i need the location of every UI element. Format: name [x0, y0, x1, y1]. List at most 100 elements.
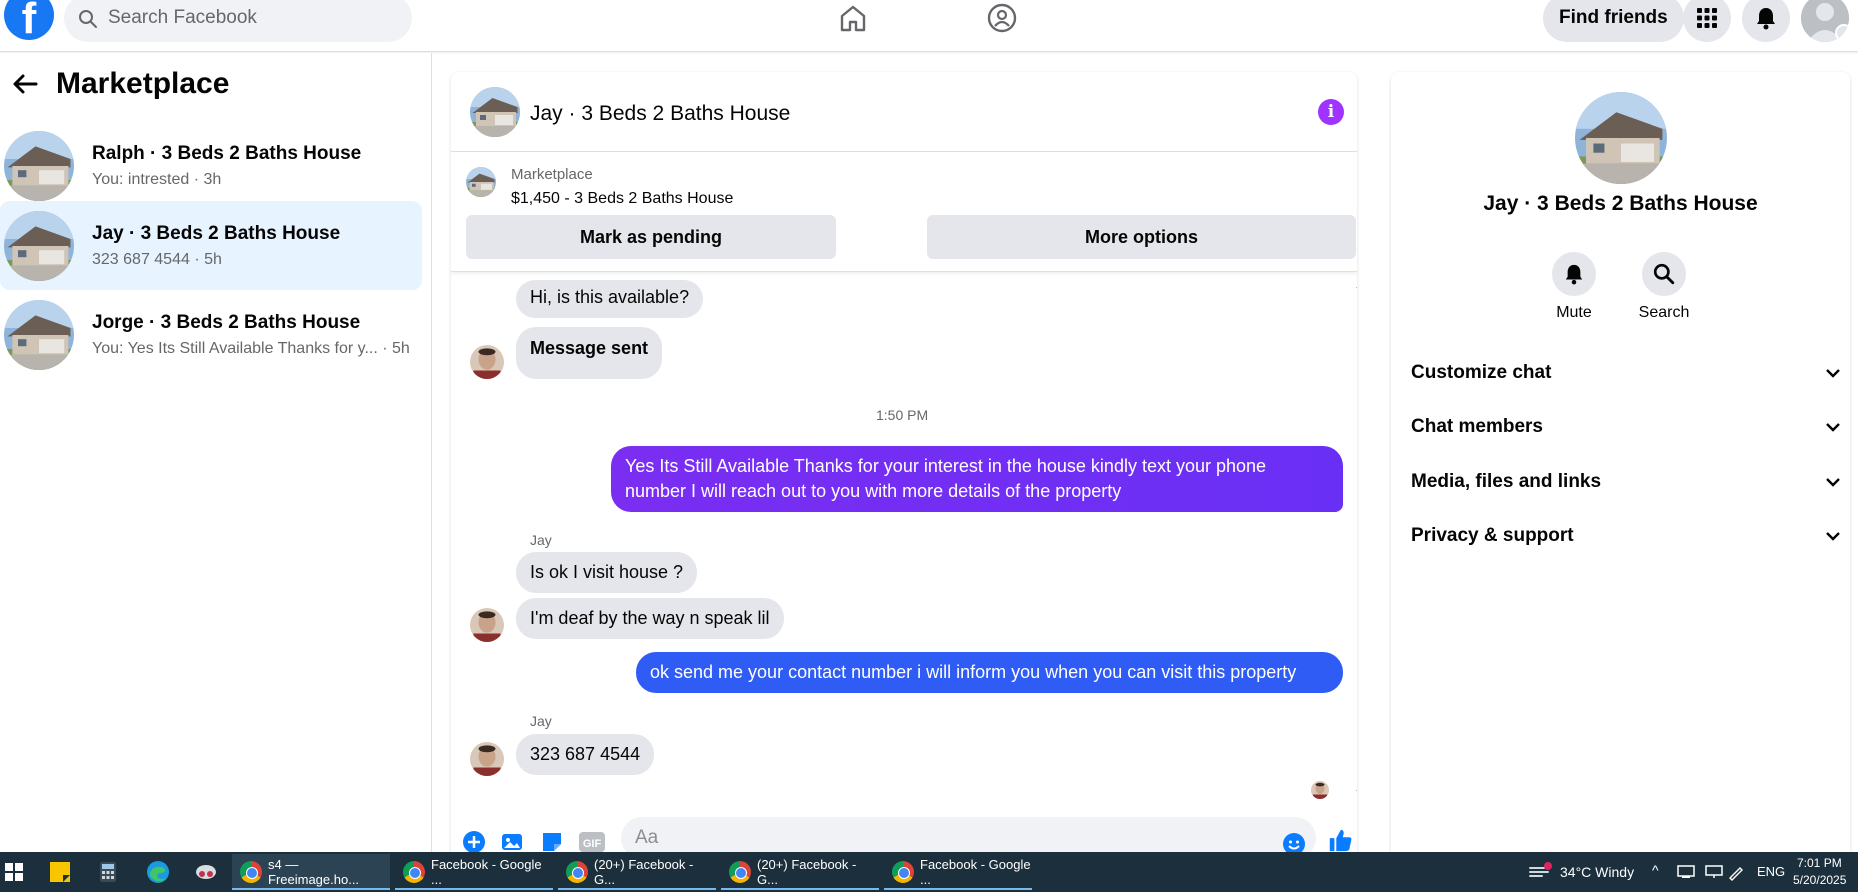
- conversation-item-jay[interactable]: Jay · 3 Beds 2 Baths House 323 687 4544 …: [0, 201, 422, 290]
- chat-details-panel: Jay · 3 Beds 2 Baths House Mute Search C…: [1391, 72, 1850, 852]
- info-icon[interactable]: i: [1318, 99, 1344, 125]
- conversation-name: Ralph · 3 Beds 2 Baths House: [92, 142, 362, 164]
- task-label: (20+) Facebook - G...: [757, 857, 857, 887]
- snipping-tool-icon[interactable]: [192, 858, 220, 886]
- conversation-preview: You: Yes Its Still Available Thanks for …: [92, 339, 410, 357]
- mute-button[interactable]: Mute: [1534, 252, 1614, 322]
- thumbs-up-icon[interactable]: [1327, 827, 1353, 852]
- message-input[interactable]: [621, 817, 1316, 852]
- conversation-preview: You: intrested · 3h: [92, 170, 222, 188]
- edge-browser-icon[interactable]: [144, 858, 172, 886]
- search-in-chat-button[interactable]: Search: [1624, 252, 1704, 322]
- conversation-name: Jorge · 3 Beds 2 Baths House: [92, 311, 361, 333]
- find-friends-button[interactable]: Find friends: [1543, 0, 1684, 42]
- windows-taskbar: s4 — Freeimage.ho... Facebook - Google .…: [0, 852, 1858, 892]
- taskbar-item-facebook-4[interactable]: Facebook - Google ...: [884, 854, 1032, 890]
- mark-as-pending-button[interactable]: Mark as pending: [466, 215, 836, 259]
- pen-icon[interactable]: [1722, 858, 1750, 886]
- task-label: (20+) Facebook - G...: [594, 857, 694, 887]
- gif-icon[interactable]: GIF: [579, 829, 605, 852]
- listing-thumbnail-small[interactable]: [466, 167, 496, 197]
- listing-thumbnail: [4, 300, 74, 370]
- taskbar-item-facebook-2[interactable]: (20+) Facebook - G...: [558, 854, 716, 890]
- taskbar-item-facebook-3[interactable]: (20+) Facebook - G...: [721, 854, 879, 890]
- taskbar-item-facebook-1[interactable]: Facebook - Google ...: [395, 854, 553, 890]
- sender-avatar[interactable]: [470, 742, 504, 776]
- chevron-down-icon: [1826, 423, 1840, 432]
- clock-date[interactable]: 5/20/2025: [1793, 873, 1846, 887]
- photo-icon[interactable]: [499, 829, 525, 852]
- svg-text:GIF: GIF: [583, 838, 602, 850]
- section-customize-chat[interactable]: Customize chat: [1411, 348, 1841, 398]
- message-bubble-incoming: Hi, is this available?: [516, 280, 704, 318]
- message-scrollbar[interactable]: [1354, 280, 1357, 800]
- more-options-button[interactable]: More options: [927, 215, 1356, 259]
- search-box[interactable]: [64, 0, 412, 42]
- search-input[interactable]: [108, 7, 368, 29]
- listing-thumbnail: [4, 211, 74, 281]
- listing-thumbnail: [4, 131, 74, 201]
- sender-avatar[interactable]: [470, 345, 504, 379]
- notifications-bell-icon[interactable]: [1742, 0, 1790, 42]
- chrome-icon: [892, 861, 914, 883]
- section-chat-members[interactable]: Chat members: [1411, 402, 1841, 452]
- sticky-notes-icon[interactable]: [46, 858, 74, 886]
- conversation-item-ralph[interactable]: Ralph · 3 Beds 2 Baths House You: intres…: [0, 121, 422, 210]
- conversation-item-jorge[interactable]: Jorge · 3 Beds 2 Baths House You: Yes It…: [0, 290, 422, 379]
- message-bubble-incoming: Message sent: [516, 327, 663, 379]
- profile-avatar[interactable]: [1801, 0, 1849, 42]
- message-bubble-outgoing: ok send me your contact number i will in…: [636, 652, 1343, 693]
- back-arrow-icon[interactable]: [12, 73, 38, 95]
- chevron-down-icon: [1826, 478, 1840, 487]
- chevron-down-icon: [1826, 369, 1840, 378]
- windows-start-icon[interactable]: [0, 858, 28, 886]
- listing-thumbnail[interactable]: [470, 87, 520, 137]
- sender-name: Jay: [530, 532, 552, 548]
- mute-label: Mute: [1556, 304, 1592, 321]
- section-media-files-links[interactable]: Media, files and links: [1411, 457, 1841, 507]
- taskbar-item-freeimage[interactable]: s4 — Freeimage.ho...: [232, 854, 390, 890]
- listing-price-title[interactable]: $1,450 - 3 Beds 2 Baths House: [511, 190, 733, 208]
- section-label: Media, files and links: [1411, 471, 1602, 492]
- message-bubble-outgoing: Yes Its Still Available Thanks for your …: [611, 446, 1343, 512]
- chevron-up-icon[interactable]: ^: [1652, 862, 1659, 878]
- chat-window: Jay · 3 Beds 2 Baths House i Marketplace…: [451, 72, 1357, 852]
- listing-thumbnail-large[interactable]: [1575, 92, 1667, 184]
- weather-icon[interactable]: [1526, 858, 1554, 886]
- conversation-name: Jay · 3 Beds 2 Baths House: [92, 222, 341, 244]
- language-indicator[interactable]: ENG: [1757, 864, 1785, 879]
- menu-grid-icon[interactable]: [1683, 0, 1731, 42]
- mute-bell-icon[interactable]: [1552, 252, 1596, 296]
- search-icon[interactable]: [1642, 252, 1686, 296]
- read-receipt-avatar: [1311, 781, 1329, 799]
- facebook-logo-icon[interactable]: f: [4, 0, 54, 40]
- marketplace-sidebar: Marketplace Ralph · 3 Beds 2 Baths House…: [0, 53, 432, 852]
- network-icon[interactable]: [1672, 858, 1700, 886]
- weather-text[interactable]: 34°C Windy: [1560, 864, 1634, 880]
- section-label: Privacy & support: [1411, 525, 1574, 546]
- account-chevron-down-icon[interactable]: [1835, 24, 1849, 42]
- sender-name: Jay: [530, 713, 552, 729]
- details-title: Jay · 3 Beds 2 Baths House: [1483, 192, 1758, 215]
- task-label: s4 — Freeimage.ho...: [268, 857, 360, 887]
- page-title: Marketplace: [56, 67, 230, 100]
- sidebar-header: Marketplace: [12, 67, 229, 101]
- groups-icon[interactable]: [982, 0, 1022, 36]
- conversation-preview: 323 687 4544 · 5h: [92, 250, 222, 268]
- calculator-icon[interactable]: [94, 858, 122, 886]
- chrome-icon: [566, 861, 588, 883]
- clock-time[interactable]: 7:01 PM: [1797, 856, 1842, 870]
- chrome-icon: [403, 861, 425, 883]
- sender-avatar[interactable]: [470, 608, 504, 642]
- sticker-icon[interactable]: [539, 829, 565, 852]
- chat-title[interactable]: Jay · 3 Beds 2 Baths House: [530, 102, 790, 126]
- search-label: Search: [1638, 304, 1690, 321]
- message-bubble-incoming: 323 687 4544: [516, 734, 655, 775]
- chat-header: Jay · 3 Beds 2 Baths House i: [451, 72, 1357, 152]
- message-bubble-incoming: I'm deaf by the way n speak lil: [516, 598, 784, 639]
- emoji-icon[interactable]: [1281, 831, 1307, 852]
- home-icon[interactable]: [833, 0, 873, 36]
- section-privacy-support[interactable]: Privacy & support: [1411, 511, 1841, 561]
- add-plus-icon[interactable]: [461, 829, 487, 852]
- message-bubble-incoming: Is ok I visit house ?: [516, 552, 698, 593]
